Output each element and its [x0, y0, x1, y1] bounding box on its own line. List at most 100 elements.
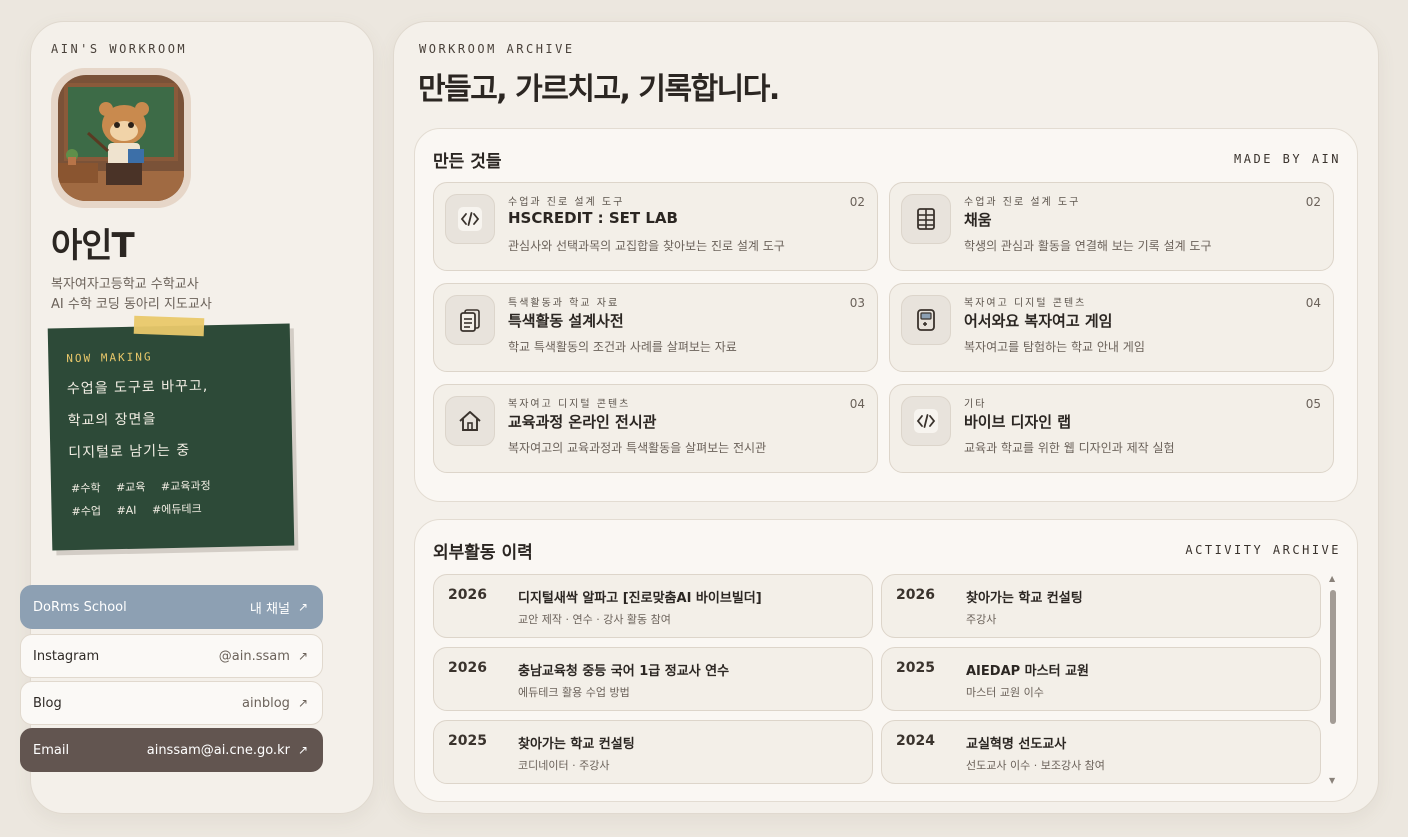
- archive-eyebrow: WORKROOM ARCHIVE: [419, 42, 575, 56]
- note-tags: #수업 #AI #에듀테크: [71, 500, 213, 519]
- avatar-frame: [51, 68, 191, 208]
- project-title: 특색활동 설계사전: [508, 312, 624, 330]
- section-tag: ACTIVITY ARCHIVE: [1185, 543, 1341, 557]
- project-title: HSCREDIT : SET LAB: [508, 209, 678, 227]
- external-arrow-icon: ↗: [297, 743, 308, 757]
- link-value: ainblog: [242, 695, 290, 711]
- activity-year: 2026: [896, 587, 935, 603]
- activity-year: 2026: [448, 660, 487, 676]
- link-label: Blog: [33, 695, 62, 711]
- activity-desc: 선도교사 이수 · 보조강사 참여: [966, 759, 1105, 772]
- activity-item[interactable]: 2026 충남교육청 중등 국어 1급 정교사 연수 에듀테크 활용 수업 방법: [433, 647, 873, 711]
- link-blog[interactable]: Blog ainblog ↗: [20, 681, 323, 725]
- link-label: DoRms School: [33, 599, 127, 615]
- hashtag: #에듀테크: [151, 502, 202, 517]
- project-card-activity-dictionary[interactable]: 특색활동과 학교 자료 특색활동 설계사전 학교 특색활동의 조건과 사례를 살…: [433, 283, 878, 372]
- link-label: Instagram: [33, 648, 100, 664]
- project-desc: 복자여고를 탐험하는 학교 안내 게임: [964, 340, 1145, 354]
- project-desc: 교육과 학교를 위한 웹 디자인과 제작 실험: [964, 441, 1175, 455]
- project-category: 특색활동과 학교 자료: [508, 298, 620, 309]
- project-category: 복자여고 디지털 콘텐츠: [964, 298, 1087, 309]
- link-value: @ain.ssam: [218, 648, 290, 664]
- section-title: 외부활동 이력: [433, 543, 533, 563]
- made-section: 만든 것들 MADE BY AIN 수업과 진로 설계 도구 HSCREDIT …: [414, 128, 1358, 502]
- activity-desc: 주강사: [966, 613, 997, 626]
- project-desc: 학생의 관심과 활동을 연결해 보는 기록 설계 도구: [964, 239, 1212, 253]
- tape-decoration: [133, 315, 205, 337]
- code-icon: [901, 396, 951, 446]
- avatar: [58, 75, 184, 201]
- profile-eyebrow: AIN'S WORKROOM: [51, 42, 188, 56]
- document-icon: [445, 295, 495, 345]
- home-icon: [445, 396, 495, 446]
- project-desc: 복자여고의 교육과정과 특색활동을 살펴보는 전시관: [508, 441, 767, 455]
- link-label: Email: [33, 742, 70, 758]
- scroll-down-icon[interactable]: ▼: [1329, 776, 1335, 785]
- activity-title: AIEDAP 마스터 교원: [966, 664, 1090, 679]
- section-tag: MADE BY AIN: [1234, 152, 1341, 166]
- link-value: 내 채널: [249, 601, 290, 617]
- link-email[interactable]: Email ainssam@ai.cne.go.kr ↗: [20, 728, 323, 772]
- activity-desc: 마스터 교원 이수: [966, 686, 1044, 699]
- project-title: 채움: [964, 211, 992, 229]
- activity-item[interactable]: 2025 AIEDAP 마스터 교원 마스터 교원 이수: [881, 647, 1321, 711]
- project-card-curriculum-exhibit[interactable]: 복자여고 디지털 콘텐츠 교육과정 온라인 전시관 복자여고의 교육과정과 특색…: [433, 384, 878, 473]
- note-line: 학교의 장면을: [67, 411, 157, 430]
- external-arrow-icon: ↗: [297, 600, 308, 614]
- avatar-illustration: [58, 75, 184, 201]
- chalkboard-note: NOW MAKING 수업을 도구로 바꾸고, 학교의 장면을 디지털로 남기는…: [47, 323, 295, 551]
- link-instagram[interactable]: Instagram @ain.ssam ↗: [20, 634, 323, 678]
- project-number: 02: [849, 195, 865, 209]
- grid-icon: [901, 194, 951, 244]
- scrollbar-thumb[interactable]: [1330, 590, 1336, 724]
- game-icon: [901, 295, 951, 345]
- hashtag: #교육과정: [160, 479, 211, 494]
- activity-title: 찾아가는 학교 컨설팅: [518, 737, 635, 752]
- project-number: 02: [1305, 195, 1321, 209]
- activity-title: 교실혁명 선도교사: [966, 737, 1067, 752]
- hashtag: #교육: [115, 480, 146, 495]
- code-icon: [445, 194, 495, 244]
- activity-desc: 교안 제작 · 연수 · 강사 활동 참여: [518, 613, 671, 626]
- project-title: 어서와요 복자여고 게임: [964, 312, 1113, 330]
- project-desc: 관심사와 선택과목의 교집합을 찾아보는 진로 설계 도구: [508, 239, 785, 253]
- activity-title: 찾아가는 학교 컨설팅: [966, 591, 1083, 606]
- profile-name: 아인T: [51, 226, 135, 266]
- activity-desc: 코디네이터 · 주강사: [518, 759, 610, 772]
- project-category: 수업과 진로 설계 도구: [964, 197, 1081, 208]
- project-category: 기타: [964, 399, 987, 410]
- activity-desc: 에듀테크 활용 수업 방법: [518, 686, 630, 699]
- external-arrow-icon: ↗: [297, 696, 308, 710]
- project-card-hscredit[interactable]: 수업과 진로 설계 도구 HSCREDIT : SET LAB 관심사와 선택과…: [433, 182, 878, 271]
- activity-year: 2025: [448, 733, 487, 749]
- project-title: 교육과정 온라인 전시관: [508, 413, 657, 431]
- scroll-up-icon[interactable]: ▲: [1329, 574, 1335, 583]
- activity-title: 디지털새싹 알파고 [진로맞춤AI 바이브빌더]: [518, 591, 762, 606]
- project-card-vibe-design-lab[interactable]: 기타 바이브 디자인 랩 교육과 학교를 위한 웹 디자인과 제작 실험 05: [889, 384, 1334, 473]
- activity-item[interactable]: 2025 찾아가는 학교 컨설팅 코디네이터 · 주강사: [433, 720, 873, 784]
- activity-item[interactable]: 2024 교실혁명 선도교사 선도교사 이수 · 보조강사 참여: [881, 720, 1321, 784]
- hashtag: #수학: [70, 481, 101, 496]
- hashtag: #수업: [71, 504, 102, 519]
- profile-role-line1: 복자여자고등학교 수학교사: [51, 277, 199, 292]
- section-title: 만든 것들: [433, 152, 502, 172]
- activity-year: 2025: [896, 660, 935, 676]
- link-dorms-school[interactable]: DoRms School 내 채널 ↗: [20, 585, 323, 629]
- project-title: 바이브 디자인 랩: [964, 413, 1072, 431]
- archive-panel: WORKROOM ARCHIVE 만들고, 가르치고, 기록합니다. 만든 것들…: [393, 21, 1379, 814]
- project-card-chaeum[interactable]: 수업과 진로 설계 도구 채움 학생의 관심과 활동을 연결해 보는 기록 설계…: [889, 182, 1334, 271]
- activity-title: 충남교육청 중등 국어 1급 정교사 연수: [518, 664, 730, 679]
- activity-item[interactable]: 2026 디지털새싹 알파고 [진로맞춤AI 바이브빌더] 교안 제작 · 연수…: [433, 574, 873, 638]
- note-eyebrow: NOW MAKING: [66, 350, 153, 366]
- project-number: 04: [849, 397, 865, 411]
- project-desc: 학교 특색활동의 조건과 사례를 살펴보는 자료: [508, 340, 737, 354]
- project-card-school-game[interactable]: 복자여고 디지털 콘텐츠 어서와요 복자여고 게임 복자여고를 탐험하는 학교 …: [889, 283, 1334, 372]
- link-value: ainssam@ai.cne.go.kr: [146, 742, 290, 758]
- project-category: 복자여고 디지털 콘텐츠: [508, 399, 631, 410]
- project-number: 04: [1305, 296, 1321, 310]
- note-tags: #수학 #교육 #교육과정: [71, 477, 223, 496]
- activity-item[interactable]: 2026 찾아가는 학교 컨설팅 주강사: [881, 574, 1321, 638]
- note-line: 수업을 도구로 바꾸고,: [66, 378, 209, 398]
- project-number: 03: [849, 296, 865, 310]
- activity-scrollbar[interactable]: ▲ ▼: [1327, 574, 1339, 785]
